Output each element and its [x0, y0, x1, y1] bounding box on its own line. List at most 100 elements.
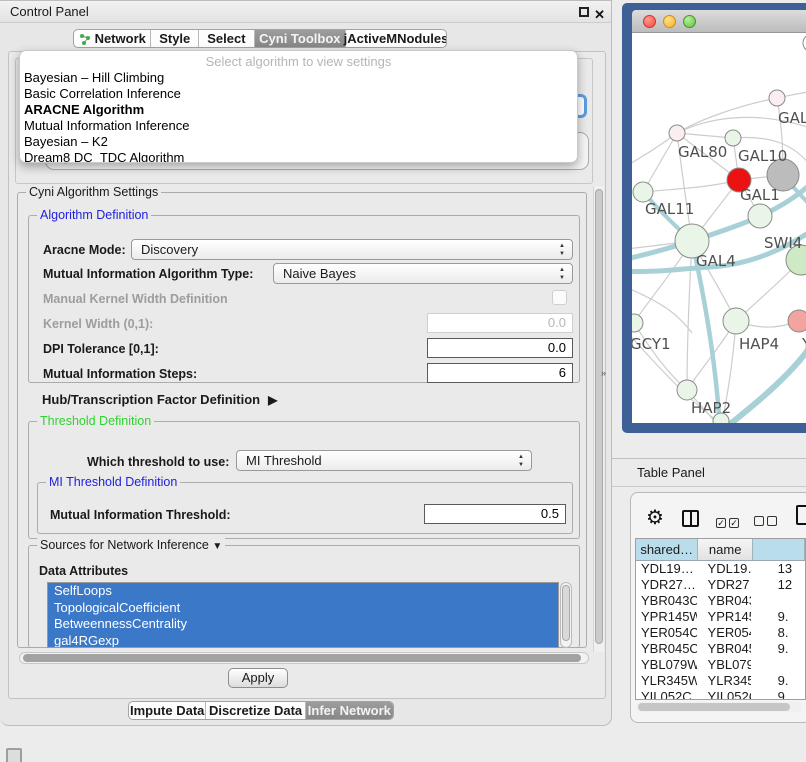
- dropdown-item[interactable]: Mutual Information Inference: [20, 118, 577, 134]
- mi-type-select[interactable]: Naive Bayes ▲▼: [273, 263, 573, 284]
- network-canvas[interactable]: GALGAL80GAL10GAL1GAL11SWI4GAL4GCY1HAP4YH…: [632, 33, 806, 423]
- aracne-mode-select[interactable]: Discovery ▲▼: [131, 239, 573, 260]
- network-node-gal10[interactable]: [725, 130, 741, 146]
- manual-kernel-checkbox[interactable]: [552, 290, 567, 305]
- select-all-checks-icon[interactable]: ✓✓: [716, 513, 742, 531]
- node-label: GAL80: [678, 143, 727, 161]
- table-row[interactable]: YER054CYER054C8.: [636, 625, 805, 641]
- network-node-gal[interactable]: [769, 90, 785, 106]
- table-row[interactable]: YLR345WYLR345W9.: [636, 673, 805, 689]
- hub-factor-expander[interactable]: Hub/Transcription Factor Definition▶: [42, 392, 277, 407]
- table-cell: [751, 593, 805, 609]
- settings-gear-icon[interactable]: ⚙: [646, 505, 664, 530]
- attribute-item[interactable]: BetweennessCentrality: [48, 616, 558, 633]
- table-row[interactable]: YIL052CYIL052C9: [636, 689, 805, 700]
- table-cell: YBR045C: [636, 641, 697, 657]
- table-row[interactable]: YDL19…YDL19…13: [636, 561, 805, 577]
- expand-right-icon: ▶: [268, 393, 277, 407]
- dropdown-item[interactable]: Basic Correlation Inference: [20, 86, 577, 102]
- node-label: GCY1: [632, 335, 671, 353]
- manual-kernel-label: Manual Kernel Width Definition: [43, 292, 228, 306]
- dropdown-item[interactable]: Bayesian – Hill Climbing: [20, 70, 577, 86]
- zoom-traffic-light-icon[interactable]: [683, 15, 696, 28]
- tab-label: Style: [159, 31, 190, 46]
- float-window-icon[interactable]: [579, 7, 589, 17]
- apply-button[interactable]: Apply: [228, 668, 288, 688]
- control-panel: Control Panel ✕ Network Style SelectCyni T…: [0, 0, 612, 726]
- network-node-hap4[interactable]: [723, 308, 749, 334]
- dpi-tolerance-input[interactable]: 0.0: [427, 338, 573, 358]
- node-label: GAL10: [738, 147, 787, 165]
- tab-infer-network[interactable]: Infer Network: [306, 702, 393, 719]
- network-node-gcy1[interactable]: [632, 314, 643, 332]
- attribute-item[interactable]: TopologicalCoefficient: [48, 600, 558, 617]
- scrollbar-thumb[interactable]: [562, 585, 570, 641]
- settings-vertical-scrollbar[interactable]: [593, 186, 604, 652]
- mi-threshold-input[interactable]: 0.5: [424, 504, 566, 524]
- kernel-width-label: Kernel Width (0,1):: [43, 317, 153, 331]
- close-traffic-light-icon[interactable]: [643, 15, 656, 28]
- tab-jactivemnodules[interactable]: jActiveMNodules: [346, 30, 446, 47]
- table-cell: YER054C: [697, 625, 751, 641]
- table-row[interactable]: YDR27…YDR27…12: [636, 577, 805, 593]
- table-row[interactable]: YBR045CYBR045C9.: [636, 641, 805, 657]
- tab-label: Infer Network: [308, 703, 391, 718]
- close-icon[interactable]: ✕: [594, 4, 605, 26]
- splitter-grip-icon[interactable]: »: [601, 368, 606, 378]
- dropdown-item[interactable]: ARACNE Algorithm: [20, 102, 577, 118]
- table-row[interactable]: YPR145WYPR145W9.: [636, 609, 805, 625]
- table-row[interactable]: YBL079WYBL079W: [636, 657, 805, 673]
- dock-grip-icon[interactable]: [6, 748, 22, 762]
- control-panel-titlebar: Control Panel ✕: [0, 1, 611, 23]
- group-title: Cyni Algorithm Settings: [26, 185, 161, 199]
- list-vertical-scrollbar[interactable]: [560, 582, 572, 648]
- scrollbar-thumb[interactable]: [595, 189, 603, 644]
- network-node-y[interactable]: [788, 310, 806, 332]
- network-node-hap2[interactable]: [677, 380, 697, 400]
- attribute-item[interactable]: SelfLoops: [48, 583, 558, 600]
- tab-cyni-toolbox[interactable]: Cyni Toolbox: [255, 30, 346, 47]
- network-node-gal11[interactable]: [633, 182, 653, 202]
- cyni-toolbox-content: gal-filtered sif default node Select alg…: [8, 51, 606, 699]
- network-node[interactable]: [748, 204, 772, 228]
- dropdown-item[interactable]: Bayesian – K2: [20, 134, 577, 150]
- table-horizontal-scrollbar[interactable]: [636, 702, 802, 712]
- table-cell: YBR045C: [697, 641, 751, 657]
- table-header-row: shared…name: [636, 539, 805, 561]
- minimize-traffic-light-icon[interactable]: [663, 15, 676, 28]
- table-panel-title: Table Panel: [637, 465, 705, 480]
- column-header[interactable]: name: [698, 539, 753, 560]
- table-row[interactable]: YBR043CYBR043C: [636, 593, 805, 609]
- tab-impute-data[interactable]: Impute Data: [129, 702, 206, 719]
- table-cell: YDL19…: [636, 561, 697, 577]
- data-attributes-list[interactable]: SelfLoopsTopologicalCoefficientBetweenne…: [47, 582, 559, 648]
- node-label: HAP2: [691, 399, 731, 417]
- network-window-titlebar: [632, 10, 806, 33]
- node-attribute-table[interactable]: shared…nameYDL19…YDL19…13YDR27…YDR27…12Y…: [635, 538, 806, 700]
- deselect-all-boxes-icon[interactable]: [754, 513, 780, 531]
- tab-discretize-data[interactable]: Discretize Data: [206, 702, 305, 719]
- tab-network[interactable]: Network: [74, 30, 151, 47]
- table-cell: YDR27…: [697, 577, 751, 593]
- column-header[interactable]: [753, 539, 805, 560]
- network-node-gal80[interactable]: [669, 125, 685, 141]
- scrollbar-thumb[interactable]: [638, 703, 790, 711]
- tab-select[interactable]: Select: [199, 30, 255, 47]
- tab-style[interactable]: Style: [151, 30, 199, 47]
- network-icon: [79, 33, 91, 45]
- mi-steps-input[interactable]: 6: [427, 363, 573, 383]
- attribute-item[interactable]: gal4RGexp: [48, 633, 558, 649]
- sources-expander[interactable]: Sources for Network Inference ▼: [37, 538, 225, 552]
- column-header[interactable]: shared…: [636, 539, 698, 560]
- which-threshold-value: MI Threshold: [246, 453, 322, 468]
- dropdown-item[interactable]: Dream8 DC_TDC Algorithm: [20, 150, 577, 163]
- tab-label: Impute Data: [130, 703, 204, 718]
- settings-horizontal-scrollbar[interactable]: [19, 652, 589, 664]
- bottom-tab-bar: Impute DataDiscretize DataInfer Network: [128, 701, 394, 720]
- table-cell: YPR145W: [636, 609, 697, 625]
- which-threshold-select[interactable]: MI Threshold ▲▼: [236, 450, 532, 471]
- split-view-icon[interactable]: [682, 510, 699, 527]
- scrollbar-thumb[interactable]: [23, 654, 581, 662]
- kernel-width-input[interactable]: 0.0: [427, 313, 573, 333]
- page-icon[interactable]: [796, 505, 806, 525]
